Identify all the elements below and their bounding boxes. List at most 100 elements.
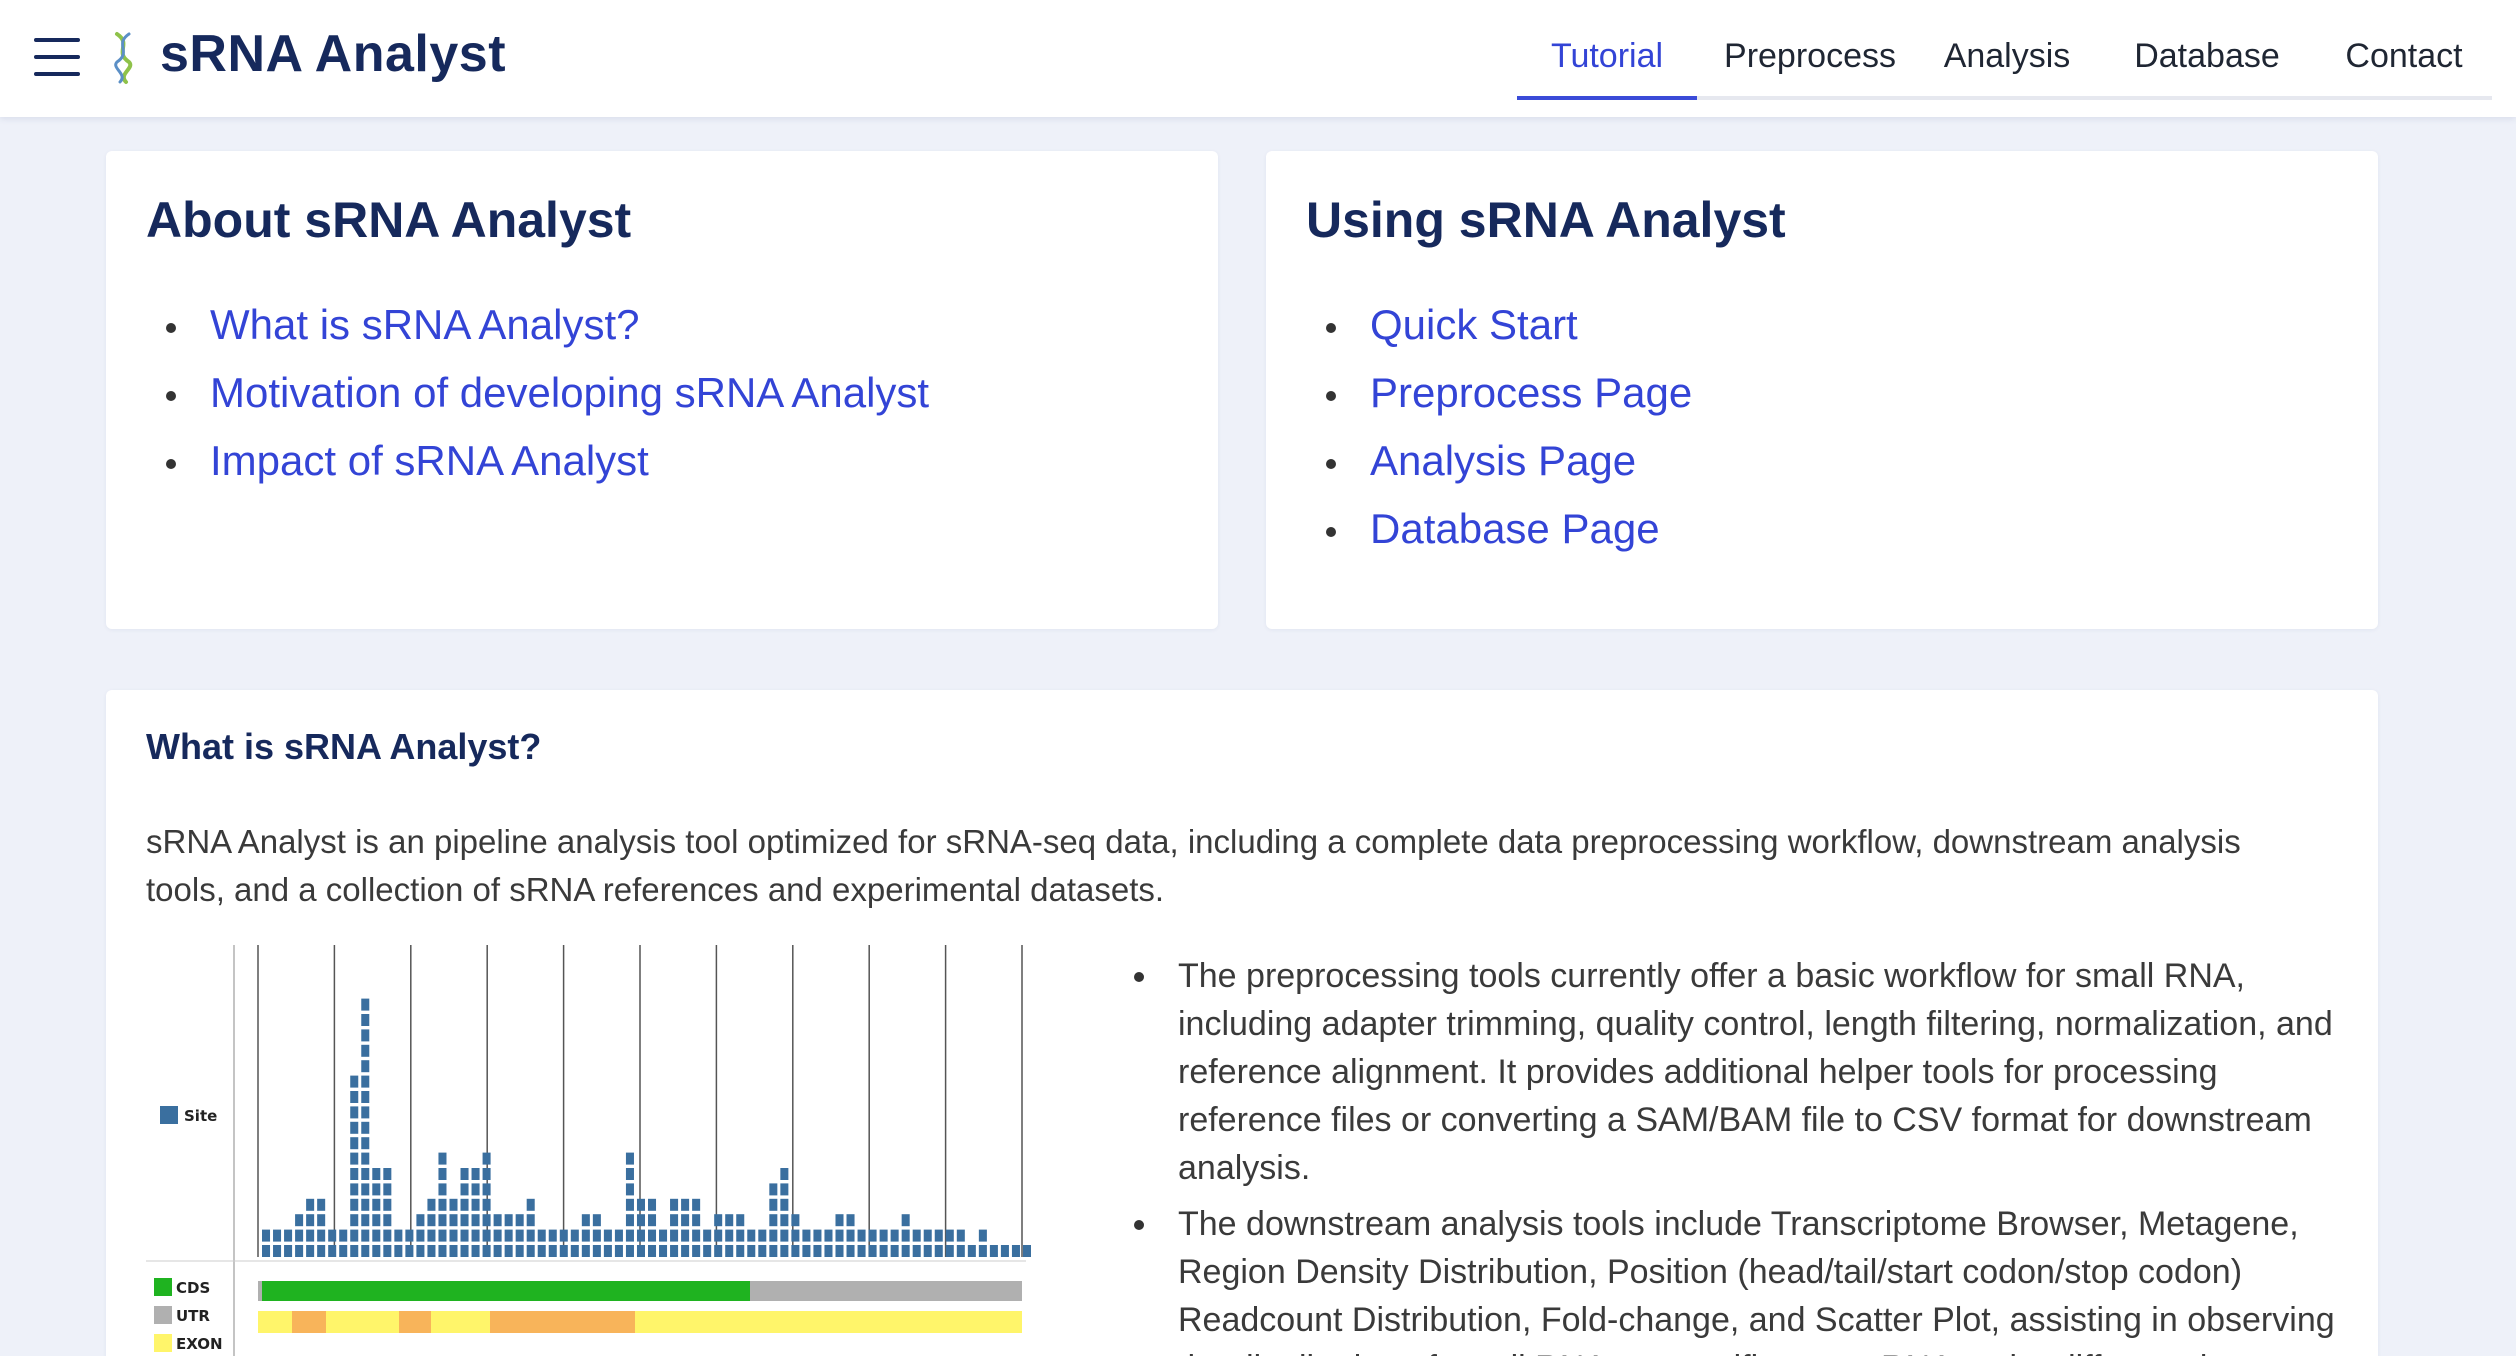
site-block	[383, 1198, 392, 1211]
hamburger-menu-icon[interactable]	[34, 38, 80, 76]
site-block	[736, 1229, 745, 1242]
link-quick-start[interactable]: Quick Start	[1370, 301, 1578, 348]
site-block	[383, 1168, 392, 1180]
site-block	[692, 1229, 701, 1242]
site-block	[581, 1229, 590, 1242]
site-block	[262, 1245, 271, 1257]
site-block	[780, 1168, 789, 1180]
about-link-list: What is sRNA Analyst? Motivation of deve…	[146, 291, 929, 495]
site-block	[758, 1229, 767, 1242]
site-block	[791, 1214, 800, 1227]
list-item: Database Page	[1306, 495, 1692, 563]
annotation-tracks	[258, 1281, 1022, 1333]
what-is-section: What is sRNA Analyst? sRNA Analyst is an…	[106, 690, 2378, 1356]
site-block	[339, 1229, 348, 1242]
site-block	[736, 1245, 745, 1257]
link-motivation[interactable]: Motivation of developing sRNA Analyst	[210, 369, 929, 416]
list-item: What is sRNA Analyst?	[146, 291, 929, 359]
site-block	[405, 1245, 414, 1257]
site-block	[592, 1245, 601, 1257]
site-block	[648, 1229, 657, 1242]
app-title[interactable]: sRNA Analyst	[160, 24, 506, 84]
site-legend-swatch	[160, 1106, 178, 1124]
nav-tab-database[interactable]: Database	[2117, 0, 2297, 100]
site-block	[625, 1152, 634, 1165]
site-block	[504, 1229, 513, 1242]
site-block	[460, 1214, 469, 1227]
active-tab-indicator	[1517, 96, 1697, 100]
site-block	[978, 1229, 987, 1242]
site-block	[361, 1229, 370, 1242]
site-block	[625, 1168, 634, 1180]
site-block	[636, 1245, 645, 1257]
link-preprocess-page[interactable]: Preprocess Page	[1370, 369, 1692, 416]
site-block	[857, 1229, 866, 1242]
top-navbar: sRNA Analyst Tutorial Preprocess Analysi…	[0, 0, 2516, 117]
cds-legend-swatch	[154, 1278, 172, 1296]
exon-block	[292, 1311, 326, 1333]
site-block	[967, 1245, 976, 1257]
site-block	[592, 1229, 601, 1242]
site-block	[361, 1029, 370, 1042]
site-block	[526, 1214, 535, 1227]
site-block	[548, 1229, 557, 1242]
site-block	[471, 1198, 480, 1211]
site-block	[725, 1214, 734, 1227]
feature-list: The preprocessing tools currently offer …	[1116, 952, 2346, 1356]
site-block	[625, 1183, 634, 1196]
site-block	[328, 1229, 337, 1242]
site-block	[648, 1245, 657, 1257]
site-block	[361, 1044, 370, 1057]
nav-tab-contact[interactable]: Contact	[2319, 0, 2489, 100]
site-block	[581, 1245, 590, 1257]
site-block	[350, 1137, 359, 1150]
transcriptome-browser-figure: Site CDS UTR EXON	[146, 945, 1031, 1356]
using-card-title: Using sRNA Analyst	[1306, 192, 1786, 248]
site-block	[692, 1198, 701, 1211]
site-block	[372, 1229, 381, 1242]
exon-legend-swatch	[154, 1334, 172, 1352]
site-block	[427, 1214, 436, 1227]
site-block	[592, 1214, 601, 1227]
link-analysis-page[interactable]: Analysis Page	[1370, 437, 1636, 484]
site-block	[901, 1229, 910, 1242]
site-block	[493, 1229, 502, 1242]
site-block	[945, 1229, 954, 1242]
site-block	[725, 1245, 734, 1257]
site-block	[438, 1168, 447, 1180]
site-block	[625, 1229, 634, 1242]
site-block	[670, 1198, 679, 1211]
site-block	[736, 1214, 745, 1227]
site-block	[482, 1168, 491, 1180]
site-block	[769, 1198, 778, 1211]
site-block	[350, 1075, 359, 1088]
link-database-page[interactable]: Database Page	[1370, 505, 1660, 552]
site-block	[747, 1229, 756, 1242]
site-block	[681, 1229, 690, 1242]
link-impact[interactable]: Impact of sRNA Analyst	[210, 437, 649, 484]
link-what-is[interactable]: What is sRNA Analyst?	[210, 301, 640, 348]
site-block	[846, 1229, 855, 1242]
site-legend-label: Site	[184, 1107, 217, 1125]
site-block	[350, 1183, 359, 1196]
nav-tab-tutorial[interactable]: Tutorial	[1517, 0, 1697, 100]
site-block	[361, 1121, 370, 1134]
site-block	[350, 1121, 359, 1134]
site-block	[493, 1245, 502, 1257]
site-block	[350, 1152, 359, 1165]
site-block	[824, 1245, 833, 1257]
site-block	[681, 1245, 690, 1257]
site-block	[978, 1245, 987, 1257]
nav-tab-analysis[interactable]: Analysis	[1927, 0, 2087, 100]
site-block	[504, 1214, 513, 1227]
using-card: Using sRNA Analyst Quick Start Preproces…	[1266, 151, 2378, 629]
site-block	[372, 1198, 381, 1211]
site-block	[328, 1245, 337, 1257]
site-block	[416, 1229, 425, 1242]
site-block	[1000, 1245, 1009, 1257]
main-nav: Tutorial Preprocess Analysis Database Co…	[1517, 0, 2492, 100]
about-card: About sRNA Analyst What is sRNA Analyst?…	[106, 151, 1218, 629]
nav-tab-preprocess[interactable]: Preprocess	[1710, 0, 1910, 100]
site-block	[526, 1245, 535, 1257]
utr-legend-swatch	[154, 1306, 172, 1324]
